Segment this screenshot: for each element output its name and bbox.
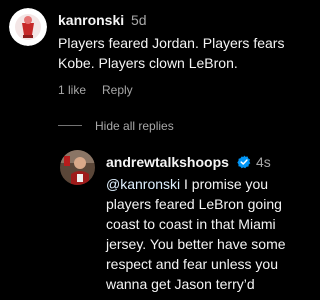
- reply-text-line: respect and fear unless you: [106, 256, 278, 272]
- reply-timestamp: 4s: [256, 154, 271, 170]
- comment-timestamp: 5d: [131, 12, 147, 28]
- commenter-avatar[interactable]: [9, 8, 47, 46]
- replier-username[interactable]: andrewtalkshoops: [106, 153, 229, 171]
- comment-reply-button[interactable]: Reply: [102, 82, 133, 98]
- comment-text: Players feared Jordan. Players fears Kob…: [58, 33, 284, 73]
- reply-text-line: jersey. You better have some: [106, 236, 286, 252]
- comment-text-line: Kobe. Players clown LeBron.: [58, 55, 238, 71]
- reply-text-line: coast to coast in that Miami: [106, 216, 276, 232]
- reply-text-segment: I promise you: [180, 176, 269, 192]
- mention-link[interactable]: @kanronski: [106, 176, 180, 192]
- reply-text-line: wanna get Jason terry’d: [106, 276, 255, 292]
- verified-badge-icon: [237, 155, 251, 169]
- replier-avatar-image: [60, 150, 95, 185]
- replier-avatar[interactable]: [60, 150, 95, 185]
- comment-like-count[interactable]: 1 like: [58, 82, 86, 98]
- comment-text-line: Players feared Jordan. Players fears: [58, 35, 285, 51]
- commenter-username[interactable]: kanronski: [58, 11, 124, 29]
- reply-text: @kanronski I promise you players feared …: [106, 174, 286, 294]
- hide-replies-button[interactable]: Hide all replies: [95, 118, 174, 134]
- reply-text-line: @kanronski I promise you: [106, 174, 286, 194]
- commenter-avatar-image: [9, 8, 47, 46]
- replies-divider: [58, 125, 82, 126]
- reply-text-line: players feared LeBron going: [106, 196, 282, 212]
